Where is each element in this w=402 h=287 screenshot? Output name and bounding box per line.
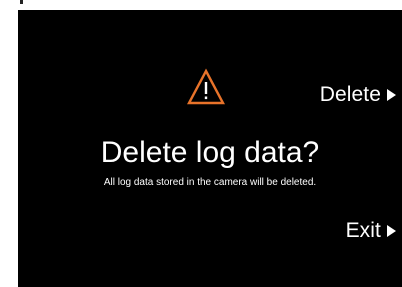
dialog-title: Delete log data? xyxy=(100,136,320,169)
delete-label: Delete xyxy=(319,83,381,106)
dialog-message: All log data stored in the camera will b… xyxy=(103,177,317,188)
warning-icon xyxy=(187,68,225,105)
delete-button[interactable]: Delete xyxy=(320,83,396,107)
top-edge-mark xyxy=(20,0,23,4)
exit-button[interactable]: Exit xyxy=(346,219,396,243)
camera-screen: Delete Delete log data? All log data sto… xyxy=(18,10,402,287)
exit-label: Exit xyxy=(345,219,381,242)
right-arrow-icon xyxy=(387,225,396,237)
right-arrow-icon xyxy=(387,89,396,101)
